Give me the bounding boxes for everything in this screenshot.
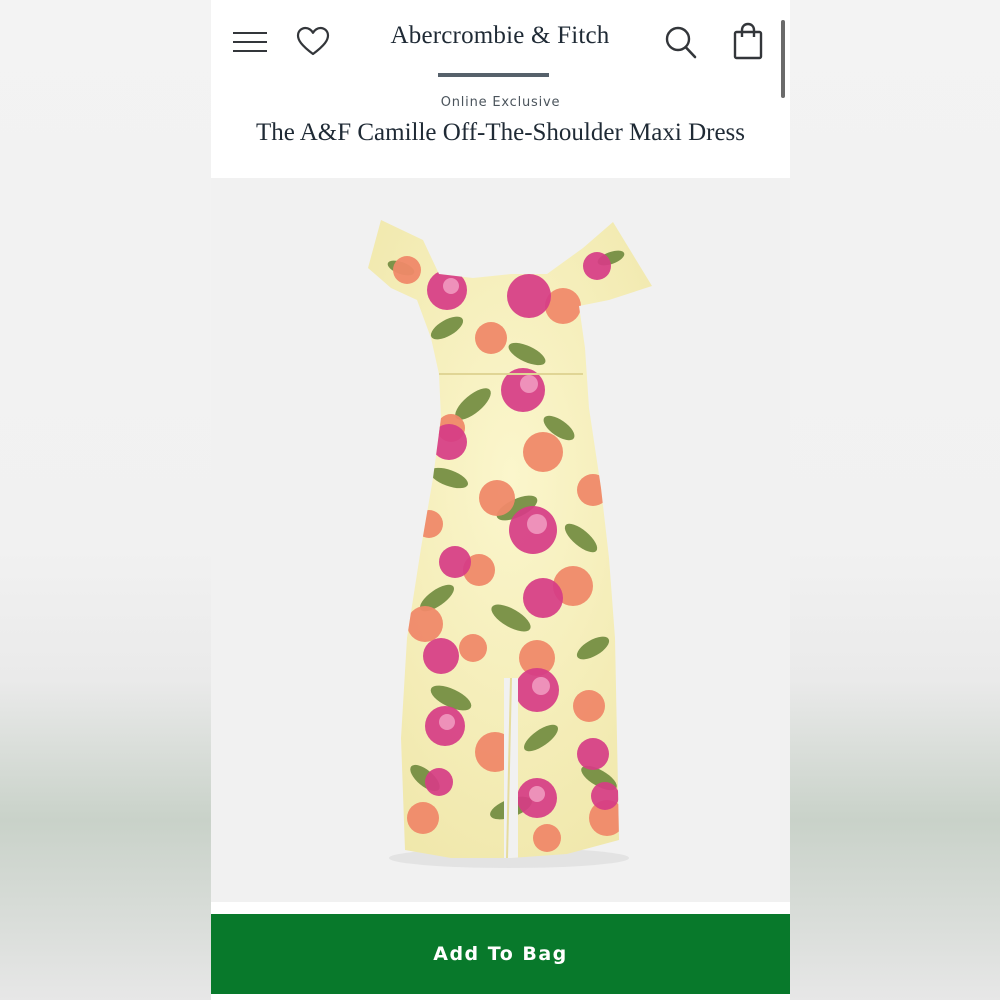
online-exclusive-badge: Online Exclusive — [440, 95, 561, 110]
search-icon[interactable] — [664, 24, 698, 60]
add-to-bag-button[interactable]: Add To Bag — [211, 914, 790, 994]
heart-icon[interactable] — [295, 24, 331, 60]
site-header: Abercrombie & Fitch — [211, 0, 790, 98]
brand-underline — [438, 73, 549, 77]
product-title: The A&F Camille Off-The-Shoulder Maxi Dr… — [255, 119, 746, 146]
scrollbar[interactable] — [781, 20, 785, 98]
shopping-bag-icon[interactable] — [732, 22, 764, 60]
mobile-screen: Abercrombie & Fitch Online Exclusive The… — [211, 0, 790, 1000]
dress-illustration — [368, 220, 652, 868]
menu-icon[interactable] — [233, 28, 269, 56]
brand-logo[interactable]: Abercrombie & Fitch — [351, 22, 649, 50]
product-image[interactable] — [211, 178, 790, 902]
